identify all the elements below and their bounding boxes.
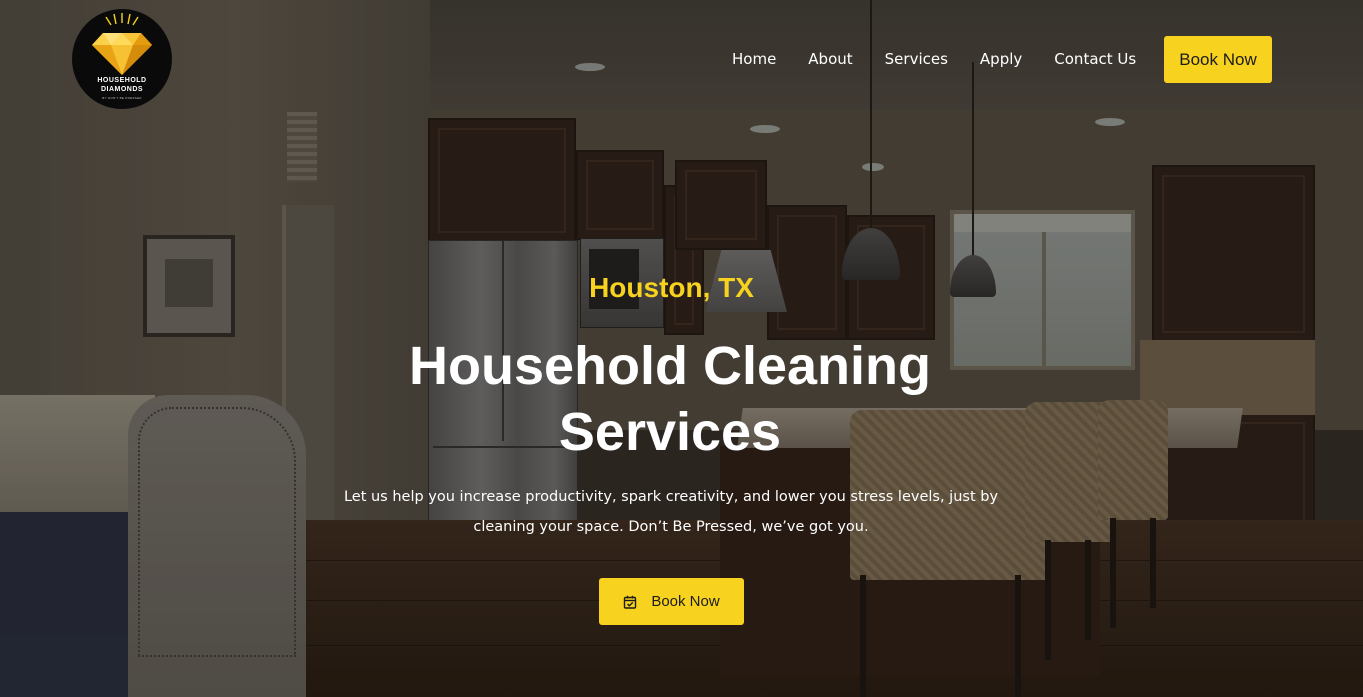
- brand-name-line1: HOUSEHOLD: [97, 77, 147, 84]
- hero-book-now-button[interactable]: Book Now: [599, 578, 744, 625]
- nav-link-services[interactable]: Services: [885, 50, 948, 68]
- hero-location: Houston, TX: [589, 272, 754, 303]
- nav-link-home[interactable]: Home: [732, 50, 776, 68]
- brand-tagline: BY DON'T BE PRESSED: [102, 96, 142, 100]
- hero-section: HOUSEHOLD DIAMONDS BY DON'T BE PRESSED H…: [0, 0, 1363, 697]
- hero-headline: Household Cleaning Services: [408, 336, 932, 462]
- nav-link-apply[interactable]: Apply: [980, 50, 1022, 68]
- nav-link-about[interactable]: About: [808, 50, 852, 68]
- diamond-icon: [92, 33, 152, 75]
- brand-name-line2: DIAMONDS: [100, 86, 144, 93]
- hero-subtext: Let us help you increase productivity, s…: [343, 489, 999, 535]
- sparkle-rays-icon: [105, 13, 139, 26]
- nav-link-contact-us[interactable]: Contact Us: [1054, 50, 1136, 68]
- header-book-now-button[interactable]: Book Now: [1164, 36, 1272, 83]
- calendar-check-icon: [624, 595, 637, 609]
- brand-logo[interactable]: HOUSEHOLD DIAMONDS BY DON'T BE PRESSED: [72, 9, 172, 109]
- main-nav: Home About Services Apply Contact Us: [716, 36, 1152, 82]
- hero-book-now-label: Book Now: [651, 593, 720, 610]
